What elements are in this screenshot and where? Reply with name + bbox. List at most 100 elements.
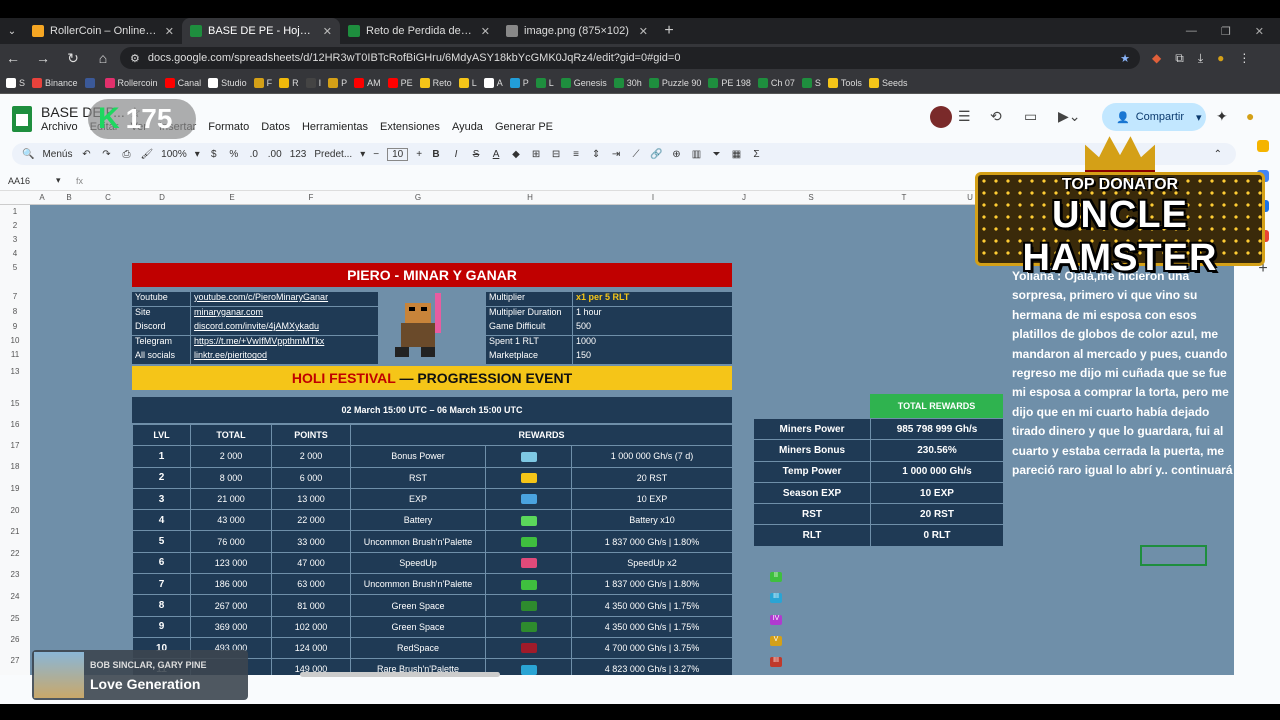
menu-item[interactable]: Formato [208, 121, 249, 133]
comment-add-icon[interactable]: ⊕ [670, 149, 682, 160]
undo-icon[interactable]: ↶ [80, 149, 92, 160]
chart-icon[interactable]: ▥ [690, 149, 702, 160]
filter-views-icon[interactable]: ▦ [730, 149, 742, 160]
column-header[interactable]: H [524, 193, 536, 202]
search-icon[interactable]: 🔍 [22, 149, 34, 160]
fill-color-icon[interactable]: ◆ [510, 149, 522, 160]
horizontal-scrollbar[interactable] [300, 672, 500, 677]
bookmark-item[interactable]: A [483, 77, 503, 88]
column-header[interactable]: C [102, 193, 114, 202]
row-header[interactable]: 20 [0, 506, 30, 515]
history-icon[interactable]: ⟲ [990, 108, 1002, 125]
bookmark-item[interactable]: PE [387, 77, 413, 88]
column-header[interactable]: E [226, 193, 238, 202]
bookmark-item[interactable]: P [509, 77, 529, 88]
menu-item[interactable]: Ayuda [452, 121, 483, 133]
row-header[interactable]: 24 [0, 592, 30, 601]
row-header[interactable]: 27 [0, 656, 30, 665]
sheets-logo-icon[interactable] [12, 106, 32, 132]
bookmark-item[interactable]: L [535, 77, 554, 88]
forward-icon[interactable]: → [30, 50, 56, 66]
font-size-input[interactable]: 10 [387, 147, 409, 161]
column-header[interactable]: D [156, 193, 168, 202]
extension-icon[interactable]: ◆ [1152, 51, 1161, 66]
puzzle-icon[interactable]: ⧉ [1175, 51, 1184, 66]
decrease-decimal-button[interactable]: .0 [248, 149, 260, 160]
info-link[interactable]: https://t.me/+VwIfMVppthmMTkx [191, 335, 378, 350]
row-header[interactable]: 16 [0, 420, 30, 429]
download-icon[interactable]: ⤓ [1198, 51, 1203, 66]
tab-2[interactable]: Reto de Perdida de Peso - El M ✕ [340, 18, 498, 44]
row-header[interactable]: 23 [0, 570, 30, 579]
tab-close-icon[interactable]: ✕ [481, 25, 490, 38]
home-icon[interactable]: ⌂ [90, 50, 116, 66]
tab-close-icon[interactable]: ✕ [639, 25, 648, 38]
bookmark-item[interactable]: AM [354, 77, 381, 88]
row-header[interactable]: 17 [0, 441, 30, 450]
merge-icon[interactable]: ⊟ [550, 149, 562, 160]
omnibox[interactable]: ⚙ docs.google.com/spreadsheets/d/12HR3wT… [120, 47, 1140, 69]
name-box[interactable]: AA16 [0, 176, 56, 186]
bookmark-item[interactable]: PE 198 [708, 77, 751, 88]
selected-cell[interactable] [1140, 545, 1207, 566]
account-icon[interactable]: ● [1246, 108, 1254, 124]
row-header[interactable]: 22 [0, 549, 30, 558]
new-tab-icon[interactable]: + [656, 22, 682, 40]
share-caret-icon[interactable]: ▾ [1196, 111, 1202, 124]
column-header[interactable]: F [305, 193, 317, 202]
font-select[interactable]: Predet... [314, 149, 352, 160]
bookmark-item[interactable]: I [305, 77, 321, 88]
zoom-select[interactable]: 100% [161, 149, 187, 160]
menu-item[interactable]: Archivo [41, 121, 78, 133]
number-format-button[interactable]: 123 [290, 149, 307, 160]
column-header[interactable]: B [63, 193, 75, 202]
tab-close-icon[interactable]: ✕ [323, 25, 332, 38]
tab-search-icon[interactable]: ⌄ [0, 20, 24, 42]
rotate-icon[interactable]: ⟋ [630, 149, 642, 160]
bookmark-item[interactable]: Genesis [560, 77, 607, 88]
tab-close-icon[interactable]: ✕ [165, 25, 174, 38]
column-header[interactable]: T [898, 193, 910, 202]
currency-button[interactable]: $ [208, 149, 220, 160]
info-link[interactable]: discord.com/invite/4jAMXykadu [191, 321, 378, 336]
print-icon[interactable]: ⎙ [120, 149, 132, 160]
row-header[interactable]: 5 [0, 263, 30, 272]
row-header[interactable]: 25 [0, 614, 30, 623]
info-link[interactable]: linktr.ee/pieritogod [191, 350, 378, 365]
bookmark-item[interactable]: Studio [208, 77, 247, 88]
redo-icon[interactable]: ↷ [100, 149, 112, 160]
avatar[interactable] [930, 106, 952, 128]
menu-item[interactable]: Datos [261, 121, 290, 133]
row-header[interactable]: 13 [0, 367, 30, 376]
bookmark-item[interactable]: Canal [164, 77, 201, 88]
bookmark-item[interactable]: Puzzle 90 [648, 77, 701, 88]
font-plus-icon[interactable]: + [416, 149, 422, 160]
row-header[interactable]: 10 [0, 336, 30, 345]
back-icon[interactable]: ← [0, 50, 26, 66]
close-window-icon[interactable]: ✕ [1255, 25, 1264, 38]
column-header[interactable]: S [805, 193, 817, 202]
valign-icon[interactable]: ⇕ [590, 149, 602, 160]
bookmark-item[interactable]: Ch 07 [757, 77, 795, 88]
gemini-icon[interactable]: ✦ [1216, 108, 1228, 125]
tab-1[interactable]: BASE DE PE - Hojas de cálculo d ✕ [182, 18, 340, 44]
row-header[interactable]: 26 [0, 635, 30, 644]
bookmark-item[interactable]: F [253, 77, 272, 88]
row-header[interactable]: 8 [0, 307, 30, 316]
bookmark-item[interactable]: 30h [613, 77, 642, 88]
row-header[interactable]: 9 [0, 322, 30, 331]
column-header[interactable]: J [738, 193, 750, 202]
comment-icon[interactable]: ▭ [1024, 108, 1037, 125]
bold-button[interactable]: B [430, 149, 442, 160]
site-info-icon[interactable]: ⚙ [130, 52, 140, 65]
tab-0[interactable]: RollerCoin – Online Bitcoin Min ✕ [24, 18, 182, 44]
row-header[interactable]: 4 [0, 249, 30, 258]
functions-button[interactable]: Σ [750, 149, 762, 160]
bookmark-item[interactable]: S [6, 77, 25, 88]
row-header[interactable]: 3 [0, 235, 30, 244]
bookmark-item[interactable]: Tools [827, 77, 862, 88]
column-header[interactable]: I [647, 193, 659, 202]
menus-search[interactable]: Menús [42, 149, 72, 160]
row-header[interactable]: 1 [0, 207, 30, 216]
minimize-icon[interactable]: — [1186, 25, 1197, 38]
